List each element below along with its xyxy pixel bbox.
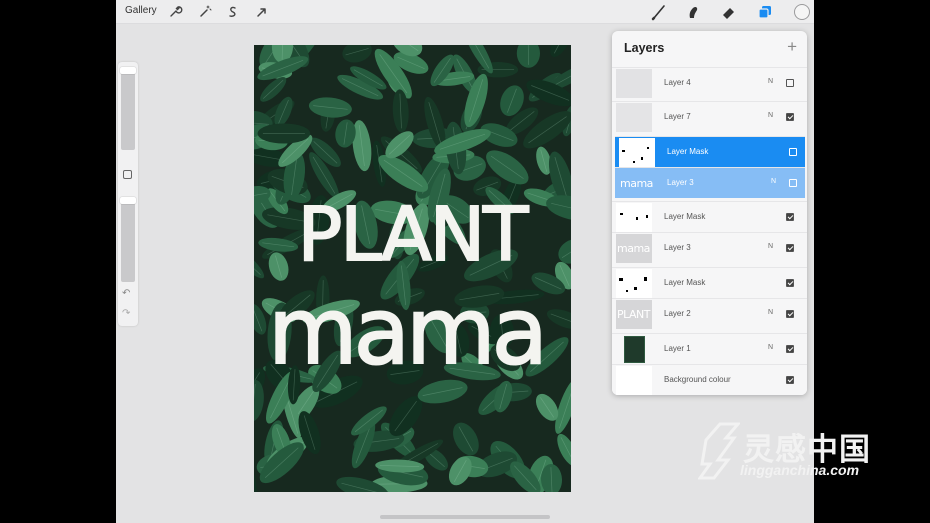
mask-thumbnail [616,203,652,232]
visibility-checkbox[interactable] [786,213,794,221]
redo-icon[interactable]: ↷ [122,308,130,319]
leaf [557,433,571,467]
add-layer-button[interactable]: + [787,37,797,57]
layers-title: Layers [624,41,665,55]
artwork-canvas[interactable]: PLANT mama [254,45,571,492]
layer-row-layer-3[interactable]: mama Layer 3 N [612,232,807,263]
layer-row-layer-4[interactable]: Layer 4 N [612,67,807,98]
layer-thumbnail: mama [616,234,652,263]
watermark-text-en: lingganchina.com [740,462,860,478]
top-toolbar: Gallery [116,0,814,24]
gallery-button[interactable]: Gallery [125,5,157,16]
brush-size-slider[interactable] [120,67,136,150]
layer-row-layer-mask-3[interactable]: Layer Mask [612,267,807,298]
selection-icon[interactable] [224,3,242,21]
undo-icon[interactable]: ↶ [122,288,130,299]
visibility-checkbox[interactable] [789,179,797,187]
layer-thumbnail: PLANT [616,300,652,329]
layer-thumbnail [616,335,652,364]
layers-icon[interactable] [756,3,774,21]
left-sidebar: ↶ ↷ [118,62,138,326]
blend-mode-button[interactable]: N [768,243,773,250]
layer-name: Layer 1 [664,344,691,353]
mask-thumbnail [619,138,655,167]
leaf [546,309,571,330]
visibility-checkbox[interactable] [786,113,794,121]
leaf [550,45,571,58]
blend-mode-button[interactable]: N [771,178,776,185]
watermark-logo-icon [698,422,740,480]
layer-row-layer-mask-selected[interactable]: Layer Mask [615,136,805,167]
modify-button[interactable] [123,170,132,179]
opacity-handle[interactable] [120,197,136,204]
leaf [254,379,264,422]
layer-name: Layer 3 [664,243,691,252]
watermark: 灵感中国 lingganchina.com [698,418,912,488]
leaf [342,45,372,63]
blend-mode-button[interactable]: N [768,78,773,85]
home-indicator [380,515,550,519]
visibility-checkbox[interactable] [786,345,794,353]
visibility-checkbox[interactable] [786,79,794,87]
layer-row-layer-7[interactable]: Layer 7 N [612,101,807,132]
visibility-checkbox[interactable] [786,376,794,384]
transform-icon[interactable] [253,3,271,21]
layer-thumbnail: mama [620,177,653,190]
eraser-icon[interactable] [720,3,738,21]
magic-wand-icon[interactable] [196,3,214,21]
opacity-slider[interactable] [120,197,136,282]
blend-mode-button[interactable]: N [768,112,773,119]
layer-thumbnail [616,103,652,132]
layer-thumbnail [616,69,652,98]
layer-row-layer-1[interactable]: Layer 1 N [612,333,807,364]
brush-icon[interactable] [650,3,668,21]
layer-name: Layer Mask [667,147,709,156]
smudge-icon[interactable] [684,3,702,21]
visibility-checkbox[interactable] [786,244,794,252]
layer-row-background-colour[interactable]: Background colour [612,364,807,395]
blend-mode-button[interactable]: N [768,344,773,351]
brush-size-handle[interactable] [120,67,136,74]
color-icon[interactable] [794,4,810,20]
visibility-checkbox[interactable] [786,310,794,318]
wrench-icon[interactable] [166,3,184,21]
layer-row-layer-mask-2[interactable]: Layer Mask [612,201,807,232]
layer-name: Layer 3 [667,178,694,187]
layer-name: Layer Mask [664,212,706,221]
leaf [254,247,265,279]
layers-panel: Layers + Layer 4 N Layer 7 N Layer Mask … [612,31,807,395]
mask-thumbnail [616,269,652,298]
lettering-plant: PLANT [298,192,530,278]
lettering-mama: mama [268,278,544,385]
visibility-checkbox[interactable] [789,148,797,156]
layer-name: Layer 4 [664,78,691,87]
leaf-background: PLANT mama [254,45,571,492]
visibility-checkbox[interactable] [786,279,794,287]
layer-name: Layer 2 [664,309,691,318]
layer-name: Layer 7 [664,112,691,121]
layer-row-layer-3-selected[interactable]: mama Layer 3 N [615,167,805,198]
blend-mode-button[interactable]: N [768,309,773,316]
background-swatch [616,366,652,395]
layer-row-layer-2[interactable]: PLANT Layer 2 N [612,298,807,329]
layer-name: Layer Mask [664,278,706,287]
layer-name: Background colour [664,375,731,384]
